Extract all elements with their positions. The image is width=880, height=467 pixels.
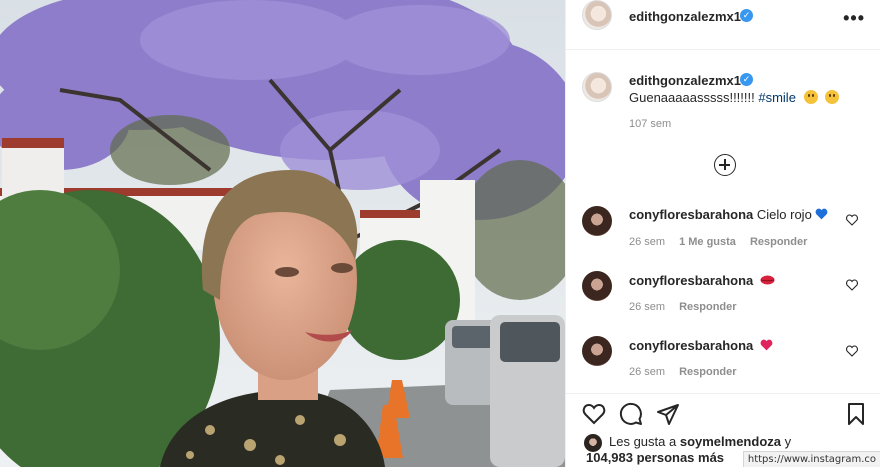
plus-circle-icon[interactable] bbox=[714, 154, 736, 176]
bookmark-icon[interactable] bbox=[844, 402, 868, 426]
owner-avatar[interactable] bbox=[582, 0, 612, 30]
comment-meta: 26 sem 1 Me gusta Responder bbox=[629, 236, 821, 248]
likes-connector: y bbox=[784, 434, 792, 449]
likes-summary: Les gusta a soymelmendoza y bbox=[609, 433, 791, 450]
owner-username[interactable]: edithgonzalezmx1 bbox=[629, 9, 741, 24]
post-header: edithgonzalezmx1 ✓ ••• bbox=[566, 0, 880, 50]
red-heart-icon bbox=[760, 339, 773, 351]
comment-likes-count[interactable]: 1 Me gusta bbox=[679, 236, 736, 248]
likes-count[interactable]: 104,983 personas más bbox=[586, 450, 724, 465]
share-icon[interactable] bbox=[656, 402, 680, 426]
verified-icon: ✓ bbox=[740, 9, 753, 22]
comment-icon[interactable] bbox=[619, 402, 643, 426]
comment-timestamp: 26 sem bbox=[629, 301, 666, 313]
heart-icon[interactable] bbox=[846, 345, 858, 357]
caption-body: Guenaaaaasssss!!!!!!! bbox=[629, 90, 755, 105]
heart-icon[interactable] bbox=[846, 214, 858, 226]
comment-body: conyfloresbarahona bbox=[629, 338, 773, 353]
liker-username[interactable]: soymelmendoza bbox=[680, 434, 781, 449]
likes-prefix: Les gusta a bbox=[609, 434, 677, 449]
caption-timestamp[interactable]: 107 sem bbox=[629, 118, 671, 130]
comment-text: Cielo rojo bbox=[756, 207, 812, 222]
comment-timestamp: 26 sem bbox=[629, 236, 666, 248]
comment-username[interactable]: conyfloresbarahona bbox=[629, 273, 753, 288]
comment-avatar[interactable] bbox=[582, 206, 612, 236]
kiss-lips-icon bbox=[760, 274, 775, 286]
comment-avatar[interactable] bbox=[582, 271, 612, 301]
action-bar bbox=[566, 393, 880, 433]
comment-body: conyfloresbarahona bbox=[629, 273, 775, 288]
more-options-icon[interactable]: ••• bbox=[843, 8, 865, 29]
heart-icon[interactable] bbox=[582, 402, 606, 426]
comment-avatar[interactable] bbox=[582, 336, 612, 366]
comment-username[interactable]: conyfloresbarahona bbox=[629, 338, 753, 353]
comment-body: conyfloresbarahona Cielo rojo bbox=[629, 207, 828, 222]
heart-icon[interactable] bbox=[846, 279, 858, 291]
comment-meta: 26 sem Responder bbox=[629, 301, 751, 313]
reply-button[interactable]: Responder bbox=[679, 366, 736, 378]
post-photo[interactable] bbox=[0, 0, 565, 467]
likes-count-line: 104,983 personas más bbox=[586, 449, 724, 466]
comment-meta: 26 sem Responder bbox=[629, 366, 751, 378]
caption-text: Guenaaaaasssss!!!!!!! #smile bbox=[629, 90, 840, 105]
reply-button[interactable]: Responder bbox=[679, 301, 736, 313]
blue-heart-icon bbox=[815, 208, 828, 220]
grinning-face-icon bbox=[803, 90, 818, 104]
comment-username[interactable]: conyfloresbarahona bbox=[629, 207, 753, 222]
post-side-panel: edithgonzalezmx1 ✓ ••• edithgonzalezmx1 … bbox=[565, 0, 880, 467]
hashtag-link[interactable]: #smile bbox=[758, 90, 796, 105]
verified-icon: ✓ bbox=[740, 73, 753, 86]
winking-face-tongue-icon bbox=[825, 90, 840, 104]
status-bar-url: https://www.instagram.co bbox=[742, 451, 880, 467]
caption-avatar[interactable] bbox=[582, 72, 612, 102]
caption-username[interactable]: edithgonzalezmx1 bbox=[629, 73, 741, 88]
reply-button[interactable]: Responder bbox=[750, 236, 807, 248]
comment-timestamp: 26 sem bbox=[629, 366, 666, 378]
